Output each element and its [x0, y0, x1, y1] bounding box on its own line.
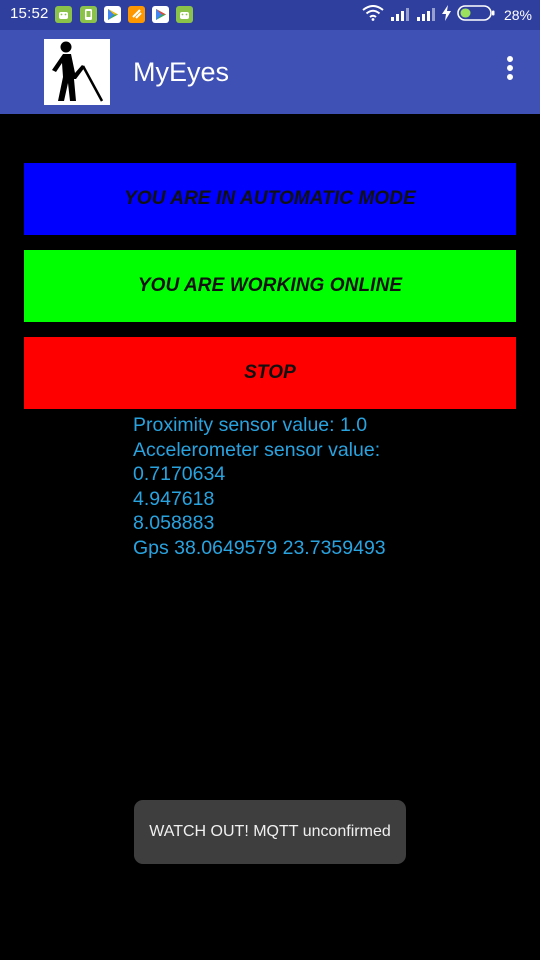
overflow-menu-icon[interactable]	[502, 56, 518, 88]
signal-icon	[390, 6, 410, 25]
play-store-icon	[104, 6, 121, 23]
automatic-mode-button[interactable]: YOU ARE IN AUTOMATIC MODE	[24, 163, 516, 235]
accelerometer-z: 8.058883	[133, 512, 215, 534]
accelerometer-y: 4.947618	[133, 487, 215, 510]
app-title: MyEyes	[133, 57, 230, 87]
screen: 15:52 28% MyEyes YOU ARE IN AUTOMATIC MO…	[0, 0, 540, 960]
android-icon	[55, 6, 72, 23]
toast-message: WATCH OUT! MQTT unconfirmed	[134, 800, 406, 864]
blind-person-with-cane-icon	[44, 39, 110, 105]
sensor-readout: Proximity sensor value: 1.0 Acceleromete…	[133, 413, 386, 560]
battery-percent: 28%	[503, 7, 532, 23]
stop-button[interactable]: STOP	[24, 337, 516, 409]
wifi-icon	[362, 5, 384, 25]
status-right-group: 28%	[362, 4, 532, 26]
accelerometer-x: 0.7170634	[133, 463, 226, 485]
signal-icon	[416, 6, 436, 25]
play-store-icon	[152, 6, 169, 23]
battery-icon	[457, 4, 495, 26]
proximity-value: Proximity sensor value: 1.0	[133, 414, 368, 436]
gps-value: Gps 38.0649579 23.7359493	[133, 536, 386, 559]
status-time: 15:52	[10, 5, 49, 22]
android-icon	[176, 6, 193, 23]
download-icon	[128, 6, 145, 23]
online-status-button[interactable]: YOU ARE WORKING ONLINE	[24, 250, 516, 322]
charging-icon	[441, 5, 451, 25]
status-bar: 15:52 28%	[0, 0, 540, 30]
android-icon	[80, 6, 97, 23]
app-bar: MyEyes	[0, 30, 540, 114]
accelerometer-label: Accelerometer sensor value:	[133, 438, 381, 461]
